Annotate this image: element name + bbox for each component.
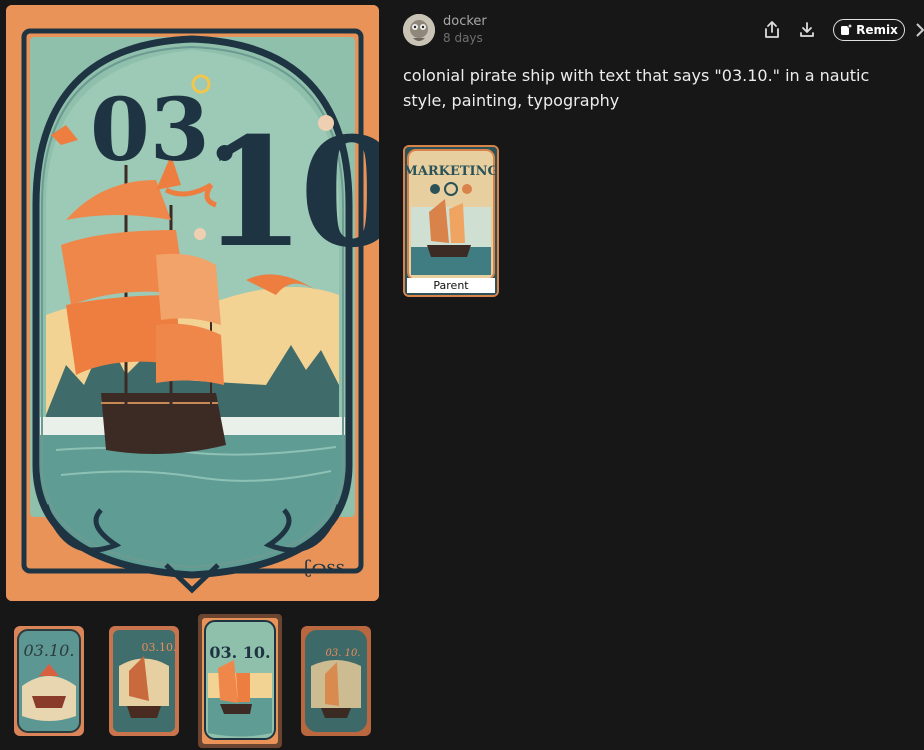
thumbnail-artwork: 03. 10.	[202, 618, 278, 744]
poster-signature: ʗɷѕѕ	[304, 557, 345, 578]
variant-thumbnail-1[interactable]: 03.10.	[14, 626, 84, 736]
download-button[interactable]	[795, 18, 819, 42]
thumbnail-artwork: 03. 10.	[301, 626, 371, 736]
parent-image-card[interactable]: MARKETING Parent	[403, 145, 499, 297]
poster-number-right: 10.	[201, 105, 379, 281]
author-name[interactable]: docker	[443, 14, 487, 29]
variant-thumbnail-2[interactable]: 03.10.	[109, 626, 179, 736]
thumbnail-artwork: 03.10.	[14, 626, 84, 736]
variant-thumbnail-4[interactable]: 03. 10.	[301, 626, 371, 736]
variant-thumbnail-3-selected[interactable]: 03. 10.	[198, 614, 282, 748]
thumbnail-artwork: 03.10.	[109, 626, 179, 736]
more-options-icon[interactable]	[915, 22, 924, 38]
parent-artwork-title: MARKETING	[405, 164, 497, 179]
download-icon	[800, 22, 814, 37]
prompt-text: colonial pirate ship with text that says…	[403, 66, 870, 110]
avatar[interactable]	[403, 14, 435, 46]
remix-button[interactable]: Remix	[833, 19, 905, 41]
post-age: 8 days	[443, 31, 483, 45]
share-button[interactable]	[760, 18, 784, 42]
thumbnail-text: 03. 10.	[326, 648, 361, 659]
parent-artwork: MARKETING	[405, 147, 497, 295]
thumbnail-text: 03.10.	[142, 641, 177, 654]
avatar-image	[403, 14, 435, 46]
remix-label: Remix	[856, 23, 898, 37]
main-image: 03. 10. ʗɷѕѕ	[6, 5, 379, 601]
chevron-icon	[916, 23, 924, 37]
remix-icon	[841, 24, 852, 35]
parent-label: Parent	[407, 278, 495, 293]
share-icon	[765, 21, 779, 38]
thumbnail-text: 03. 10.	[209, 643, 270, 662]
thumbnail-text: 03.10.	[24, 641, 75, 660]
poster-artwork: 03. 10. ʗɷѕѕ	[6, 5, 379, 601]
